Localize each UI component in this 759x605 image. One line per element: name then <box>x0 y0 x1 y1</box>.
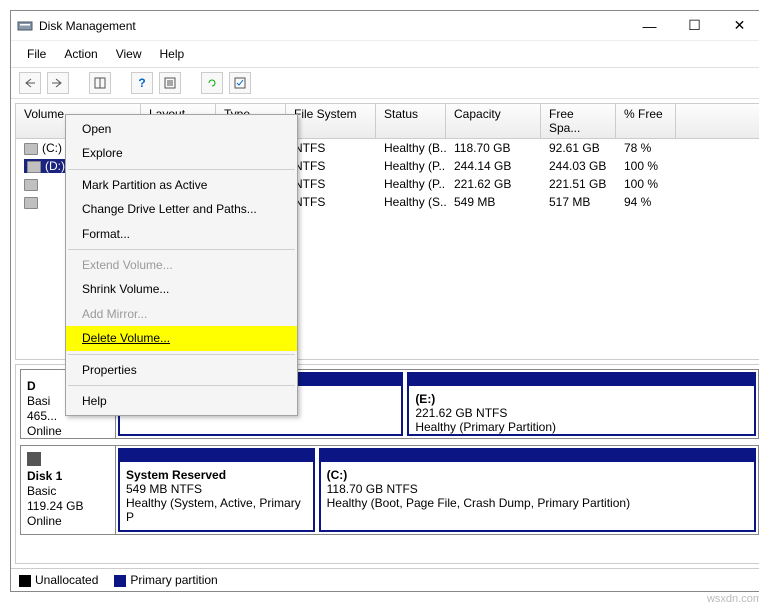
context-item-open[interactable]: Open <box>66 117 297 141</box>
watermark: wsxdn.com <box>707 593 759 605</box>
context-separator <box>68 169 295 170</box>
col-free[interactable]: Free Spa... <box>541 104 616 138</box>
unallocated-swatch <box>19 575 31 587</box>
volume-context-menu[interactable]: OpenExplore Mark Partition as ActiveChang… <box>65 114 298 416</box>
context-item-mark-partition-as-active[interactable]: Mark Partition as Active <box>66 173 297 197</box>
refresh-button[interactable] <box>201 72 223 94</box>
context-item-properties[interactable]: Properties <box>66 358 297 382</box>
menu-view[interactable]: View <box>108 43 150 65</box>
action-button[interactable] <box>229 72 251 94</box>
arrow-left-icon <box>24 78 36 88</box>
forward-button[interactable] <box>47 72 69 94</box>
window-title: Disk Management <box>39 19 627 33</box>
col-capacity[interactable]: Capacity <box>446 104 541 138</box>
drive-icon <box>27 161 41 173</box>
partition[interactable]: System Reserved549 MB NTFSHealthy (Syste… <box>118 448 315 532</box>
partition[interactable]: (E:)221.62 GB NTFSHealthy (Primary Parti… <box>407 372 756 436</box>
disk-icon <box>27 452 41 466</box>
context-item-change-drive-letter-and-paths[interactable]: Change Drive Letter and Paths... <box>66 197 297 221</box>
context-separator <box>68 249 295 250</box>
drive-icon <box>24 143 38 155</box>
toolbar: ? <box>11 68 759 99</box>
context-item-add-mirror: Add Mirror... <box>66 302 297 326</box>
help-icon: ? <box>138 76 145 90</box>
col-filesystem[interactable]: File System <box>286 104 376 138</box>
col-status[interactable]: Status <box>376 104 446 138</box>
disk-partitions: System Reserved549 MB NTFSHealthy (Syste… <box>116 446 758 534</box>
legend-unallocated: Unallocated <box>19 573 98 587</box>
menu-file[interactable]: File <box>19 43 54 65</box>
menu-action[interactable]: Action <box>56 43 105 65</box>
menubar: File Action View Help <box>11 41 759 68</box>
properties-button[interactable] <box>159 72 181 94</box>
context-item-format[interactable]: Format... <box>66 222 297 246</box>
menu-help[interactable]: Help <box>152 43 193 65</box>
legend: Unallocated Primary partition <box>11 568 759 591</box>
primary-swatch <box>114 575 126 587</box>
tick-list-icon <box>234 77 246 89</box>
partition[interactable]: (C:)118.70 GB NTFSHealthy (Boot, Page Fi… <box>319 448 756 532</box>
refresh-icon <box>206 77 218 89</box>
list-icon <box>164 77 176 89</box>
titlebar: Disk Management — ☐ ✕ <box>11 11 759 41</box>
close-button[interactable]: ✕ <box>717 12 759 40</box>
maximize-button[interactable]: ☐ <box>672 12 717 40</box>
context-item-shrink-volume[interactable]: Shrink Volume... <box>66 277 297 301</box>
drive-icon <box>24 179 38 191</box>
view-split-button[interactable] <box>89 72 111 94</box>
disk-info[interactable]: Disk 1Basic119.24 GBOnline <box>21 446 116 534</box>
drive-icon <box>24 197 38 209</box>
legend-primary: Primary partition <box>114 573 217 587</box>
context-separator <box>68 385 295 386</box>
split-icon <box>94 77 106 89</box>
context-item-help[interactable]: Help <box>66 389 297 413</box>
context-item-delete-volume[interactable]: Delete Volume... <box>66 326 297 350</box>
disk-row: Disk 1Basic119.24 GBOnlineSystem Reserve… <box>20 445 759 535</box>
minimize-button[interactable]: — <box>627 12 672 40</box>
col-spacer <box>676 104 759 138</box>
help-button[interactable]: ? <box>131 72 153 94</box>
context-item-explore[interactable]: Explore <box>66 141 297 165</box>
arrow-right-icon <box>52 78 64 88</box>
context-item-extend-volume: Extend Volume... <box>66 253 297 277</box>
back-button[interactable] <box>19 72 41 94</box>
context-separator <box>68 354 295 355</box>
col-pctfree[interactable]: % Free <box>616 104 676 138</box>
disk-management-window: Disk Management — ☐ ✕ File Action View H… <box>10 10 759 592</box>
disk-mgmt-icon <box>17 18 33 34</box>
